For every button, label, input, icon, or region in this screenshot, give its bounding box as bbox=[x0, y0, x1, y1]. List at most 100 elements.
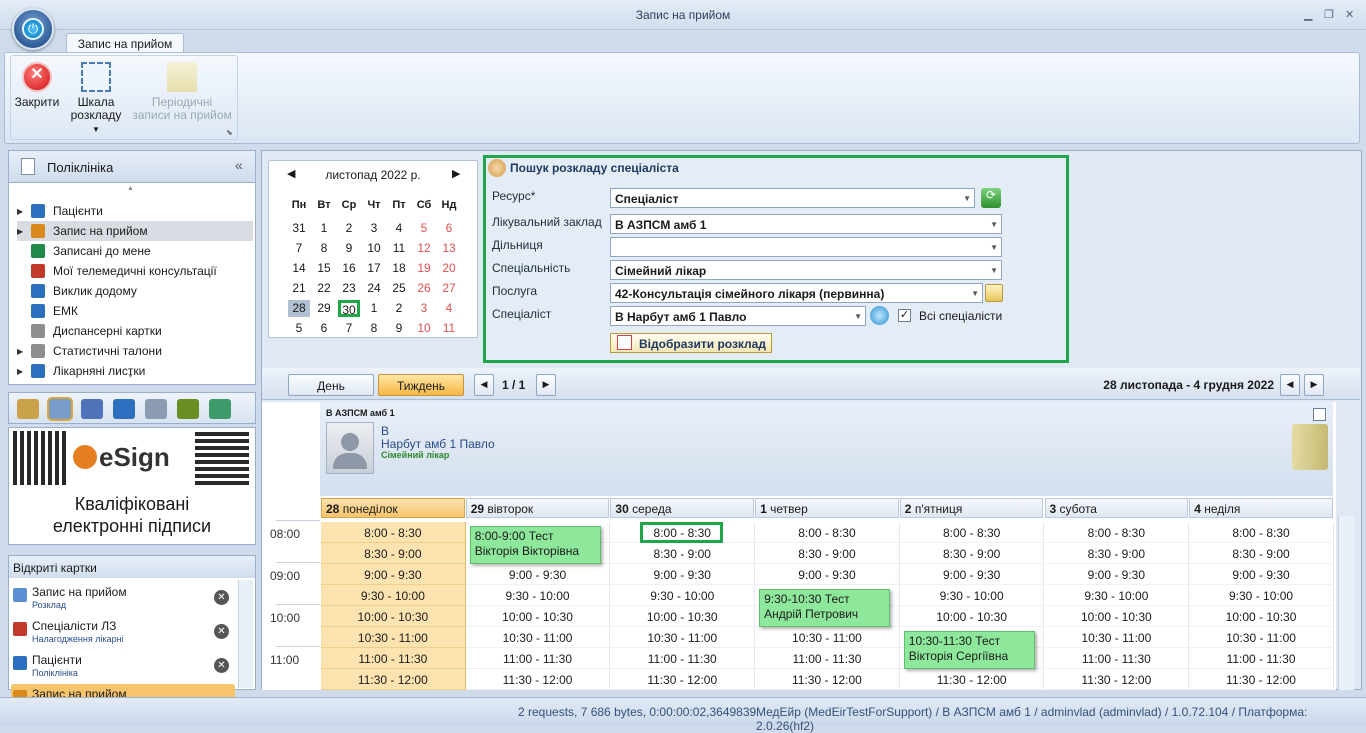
close-button[interactable]: ✕ Закрити bbox=[12, 62, 62, 109]
time-slot[interactable]: 11:00 - 11:30 bbox=[1044, 648, 1190, 669]
time-slot[interactable]: 9:00 - 9:30 bbox=[321, 564, 466, 585]
appointment[interactable]: 9:30-10:30 Тест Андрій Петрович bbox=[759, 589, 891, 627]
calendar-day[interactable]: 30 bbox=[338, 300, 360, 317]
collapse-icon[interactable]: « bbox=[235, 157, 243, 173]
schedule-scale-button[interactable]: Шкала розкладу ▼ bbox=[68, 62, 124, 136]
expand-icon[interactable]: ▶ bbox=[17, 227, 31, 236]
calendar-day[interactable]: 29 bbox=[313, 300, 335, 317]
periodic-appointments-button[interactable]: Періодичні записи на прийом bbox=[130, 62, 234, 122]
expand-icon[interactable]: ▶ bbox=[17, 207, 31, 216]
time-slot[interactable]: 10:30 - 11:00 bbox=[1044, 627, 1190, 648]
calendar-day[interactable]: 19 bbox=[413, 260, 435, 277]
sidebar-item[interactable]: ▶ Пацієнти bbox=[17, 201, 253, 221]
sidebar-item[interactable]: ▶ Лікарняні листки bbox=[17, 361, 253, 381]
time-slot[interactable]: 11:30 - 12:00 bbox=[465, 669, 611, 690]
open-card[interactable]: Спеціалісти ЛЗ Налагодження лікарні ✕ bbox=[11, 616, 235, 648]
day-header[interactable]: 2 п'ятниця bbox=[899, 498, 1044, 518]
calendar-day[interactable]: 8 bbox=[313, 240, 335, 257]
day-header[interactable]: 29 вівторок bbox=[465, 498, 610, 518]
calendar-day[interactable]: 7 bbox=[338, 320, 360, 337]
week-view-button[interactable]: Тиждень bbox=[378, 374, 464, 396]
time-slot[interactable]: 9:30 - 10:00 bbox=[1044, 585, 1190, 606]
time-slot[interactable]: 10:30 - 11:00 bbox=[1189, 627, 1334, 648]
calendar-day[interactable]: 6 bbox=[438, 220, 460, 237]
time-slot[interactable]: 8:00 - 8:30 bbox=[1189, 522, 1334, 543]
calendar-day[interactable]: 4 bbox=[388, 220, 410, 237]
sidebar-item[interactable]: Записані до мене bbox=[17, 241, 253, 261]
time-slot[interactable]: 10:30 - 11:00 bbox=[465, 627, 611, 648]
specialist-lookup-icon[interactable] bbox=[870, 306, 889, 325]
calendar-day[interactable]: 2 bbox=[338, 220, 360, 237]
next-month-icon[interactable]: ▶ bbox=[452, 167, 460, 180]
time-slot[interactable]: 8:00 - 8:30 bbox=[321, 522, 466, 543]
module-icon[interactable] bbox=[209, 399, 231, 419]
all-specialists-checkbox[interactable]: ✓ bbox=[898, 309, 911, 322]
module-icon[interactable] bbox=[145, 399, 167, 419]
sidebar-item[interactable]: ▶ Запис на прийом bbox=[17, 221, 253, 241]
calendar-day[interactable]: 13 bbox=[438, 240, 460, 257]
time-slot[interactable]: 9:00 - 9:30 bbox=[755, 564, 900, 585]
day-header[interactable]: 4 неділя bbox=[1189, 498, 1333, 518]
calendar-day[interactable]: 12 bbox=[413, 240, 435, 257]
calendar-day[interactable]: 24 bbox=[363, 280, 385, 297]
calendar-day[interactable]: 22 bbox=[313, 280, 335, 297]
calendar-day[interactable]: 23 bbox=[338, 280, 360, 297]
time-slot[interactable]: 11:30 - 12:00 bbox=[899, 669, 1045, 690]
service-info-icon[interactable] bbox=[985, 284, 1003, 302]
time-slot[interactable]: 9:00 - 9:30 bbox=[1189, 564, 1334, 585]
time-slot[interactable]: 8:30 - 9:00 bbox=[1189, 543, 1334, 564]
time-slot[interactable]: 8:30 - 9:00 bbox=[1044, 543, 1190, 564]
calendar-day[interactable]: 5 bbox=[413, 220, 435, 237]
time-slot[interactable]: 11:00 - 11:30 bbox=[465, 648, 611, 669]
expand-icon[interactable]: ▶ bbox=[17, 347, 31, 356]
close-window-icon[interactable]: ✕ bbox=[1345, 8, 1354, 21]
calendar-day[interactable]: 4 bbox=[438, 300, 460, 317]
time-slot[interactable]: 10:30 - 11:00 bbox=[755, 627, 900, 648]
time-slot[interactable]: 10:00 - 10:30 bbox=[899, 606, 1045, 627]
sidebar-item[interactable]: Виклик додому bbox=[17, 281, 253, 301]
day-header[interactable]: 30 середа bbox=[610, 498, 755, 518]
module-icon[interactable] bbox=[81, 399, 103, 419]
time-slot[interactable]: 10:00 - 10:30 bbox=[321, 606, 466, 627]
restore-icon[interactable]: ❐ bbox=[1324, 8, 1334, 21]
prev-page-icon[interactable]: ◀ bbox=[474, 374, 494, 396]
time-slot[interactable]: 11:30 - 12:00 bbox=[1189, 669, 1334, 690]
calendar-day[interactable]: 15 bbox=[313, 260, 335, 277]
appointment[interactable]: 10:30-11:30 Тест Вікторія Сергіївна bbox=[903, 631, 1035, 669]
day-header[interactable]: 28 понеділок bbox=[321, 498, 465, 518]
time-slot[interactable]: 11:00 - 11:30 bbox=[755, 648, 900, 669]
highlighted-slot[interactable] bbox=[640, 522, 724, 543]
time-slot[interactable]: 9:30 - 10:00 bbox=[465, 585, 611, 606]
time-slot[interactable]: 9:30 - 10:00 bbox=[321, 585, 466, 606]
time-slot[interactable]: 8:30 - 9:00 bbox=[755, 543, 900, 564]
calendar-day[interactable]: 1 bbox=[313, 220, 335, 237]
time-slot[interactable]: 8:00 - 8:30 bbox=[899, 522, 1045, 543]
calendar-day[interactable]: 9 bbox=[338, 240, 360, 257]
appointment[interactable]: 8:00-9:00 Тест Вікторія Вікторівна bbox=[469, 526, 601, 564]
calendar-day[interactable]: 11 bbox=[388, 240, 410, 257]
time-slot[interactable]: 10:30 - 11:00 bbox=[321, 627, 466, 648]
time-slot[interactable]: 11:30 - 12:00 bbox=[610, 669, 756, 690]
close-card-icon[interactable]: ✕ bbox=[214, 658, 229, 673]
day-header[interactable]: 1 четвер bbox=[755, 498, 899, 518]
time-slot[interactable]: 8:00 - 8:30 bbox=[755, 522, 900, 543]
time-slot[interactable]: 9:00 - 9:30 bbox=[465, 564, 611, 585]
calendar-day[interactable]: 3 bbox=[413, 300, 435, 317]
calendar-day[interactable]: 28 bbox=[288, 300, 310, 317]
calendar-day[interactable]: 25 bbox=[388, 280, 410, 297]
time-slot[interactable]: 11:30 - 12:00 bbox=[1044, 669, 1190, 690]
calendar-day[interactable]: 16 bbox=[338, 260, 360, 277]
calendar-day[interactable]: 18 bbox=[388, 260, 410, 277]
time-slot[interactable]: 10:00 - 10:30 bbox=[1044, 606, 1190, 627]
specialty-select[interactable]: Сімейний лікар ▼ bbox=[610, 260, 1002, 280]
cards-scrollbar[interactable] bbox=[238, 580, 253, 688]
time-slot[interactable]: 9:30 - 10:00 bbox=[610, 585, 756, 606]
time-slot[interactable]: 9:00 - 9:30 bbox=[1044, 564, 1190, 585]
module-icon[interactable] bbox=[113, 399, 135, 419]
next-page-icon[interactable]: ▶ bbox=[536, 374, 556, 396]
calendar-day[interactable]: 21 bbox=[288, 280, 310, 297]
calendar-day[interactable]: 27 bbox=[438, 280, 460, 297]
time-slot[interactable]: 11:30 - 12:00 bbox=[755, 669, 900, 690]
calendar-day[interactable]: 9 bbox=[388, 320, 410, 337]
time-slot[interactable]: 11:00 - 11:30 bbox=[1189, 648, 1334, 669]
